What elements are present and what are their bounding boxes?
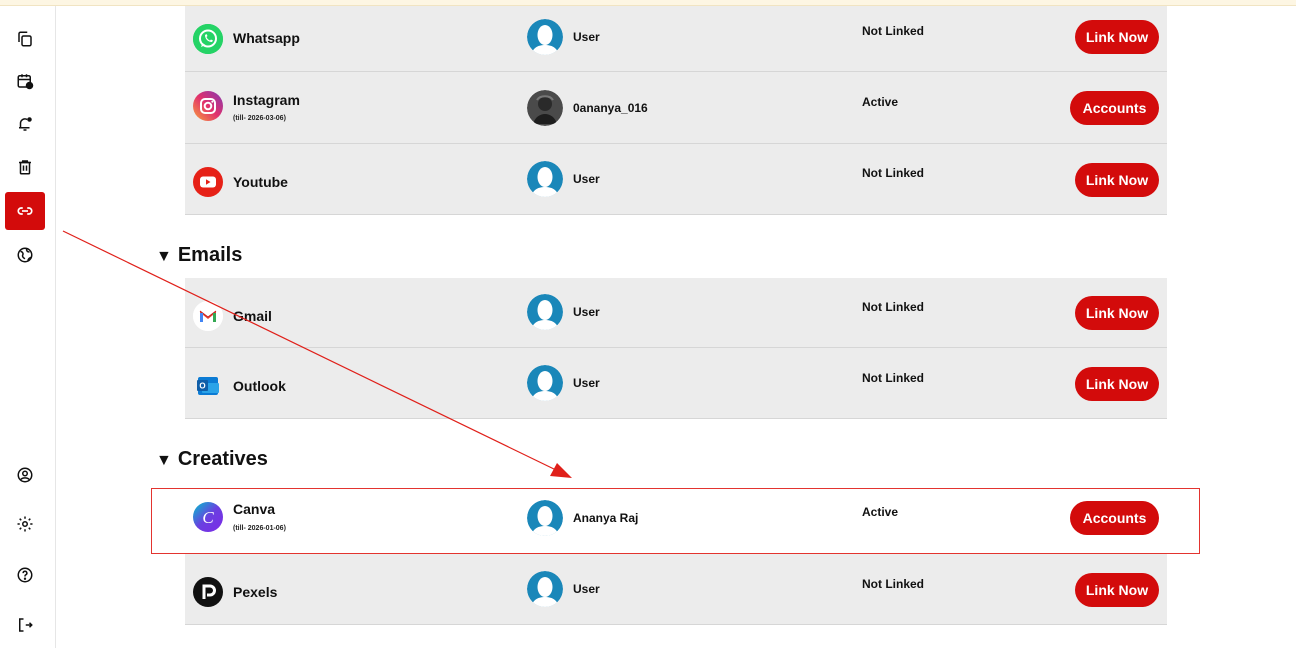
- help-icon[interactable]: [5, 556, 45, 594]
- platform-name: Pexels: [233, 584, 278, 600]
- gear-icon[interactable]: [5, 505, 45, 543]
- link-now-button[interactable]: Link Now: [1075, 573, 1159, 607]
- link-now-button[interactable]: Link Now: [1075, 367, 1159, 401]
- account-username: Ananya Raj: [573, 511, 639, 525]
- linked-accounts-panel: Whatsapp User Not Linked Link Now Instag…: [56, 6, 1296, 648]
- collapse-triangle-icon: ▼: [156, 452, 172, 469]
- pexels-icon: [193, 577, 223, 607]
- account-username: User: [573, 172, 600, 186]
- section-title: Emails: [177, 244, 243, 266]
- subscription-expiry: (till- 2026-01-06): [233, 525, 286, 532]
- status-text: Not Linked: [862, 166, 924, 180]
- accounts-button[interactable]: Accounts: [1070, 91, 1159, 125]
- avatar: [527, 19, 563, 55]
- collapse-triangle-icon: ▼: [156, 248, 172, 265]
- account-username: User: [573, 582, 600, 596]
- link-now-button[interactable]: Link Now: [1075, 163, 1159, 197]
- avatar: [527, 571, 563, 607]
- calendar-clock-icon[interactable]: [5, 62, 45, 100]
- platform-name: Canva: [233, 501, 276, 517]
- svg-text:C: C: [202, 508, 214, 527]
- status-text: Not Linked: [862, 24, 924, 38]
- subscription-expiry: (till- 2026-03-06): [233, 115, 286, 122]
- canva-icon: C: [193, 502, 223, 532]
- account-row-whatsapp: Whatsapp User Not Linked Link Now: [185, 6, 1167, 72]
- status-text: Active: [862, 95, 899, 109]
- platform-name: Gmail: [233, 308, 272, 324]
- platform-name: Youtube: [233, 174, 288, 190]
- section-header-emails[interactable]: ▼ Emails: [156, 244, 242, 267]
- bell-icon[interactable]: [5, 105, 45, 143]
- account-username: User: [573, 305, 600, 319]
- status-text: Not Linked: [862, 577, 924, 591]
- account-username: 0ananya_016: [573, 101, 648, 115]
- avatar: [527, 90, 563, 126]
- avatar: [527, 294, 563, 330]
- youtube-icon: [193, 167, 223, 197]
- account-row-gmail: Gmail User Not Linked Link Now: [185, 278, 1167, 348]
- account-row-youtube: Youtube User Not Linked Link Now: [185, 144, 1167, 215]
- account-row-pexels: Pexels User Not Linked Link Now: [185, 554, 1167, 625]
- link-icon[interactable]: [5, 192, 45, 230]
- account-row-instagram: Instagram (till- 2026-03-06) 0ananya_016…: [185, 72, 1167, 144]
- account-username: User: [573, 30, 600, 44]
- section-title: Creatives: [177, 448, 268, 470]
- gmail-icon: [193, 301, 223, 331]
- link-now-button[interactable]: Link Now: [1075, 20, 1159, 54]
- user-circle-icon[interactable]: [5, 456, 45, 494]
- account-row-canva: C Canva (till- 2026-01-06) Ananya Raj Ac…: [185, 488, 1167, 554]
- avatar: [527, 500, 563, 536]
- trash-icon[interactable]: [5, 148, 45, 186]
- platform-name: Outlook: [233, 378, 286, 394]
- platform-name: Whatsapp: [233, 30, 300, 46]
- instagram-icon: [193, 91, 223, 121]
- status-text: Not Linked: [862, 300, 924, 314]
- status-text: Active: [862, 505, 899, 519]
- section-header-creatives[interactable]: ▼ Creatives: [156, 448, 268, 471]
- logout-icon[interactable]: [5, 606, 45, 644]
- avatar: [527, 365, 563, 401]
- link-now-button[interactable]: Link Now: [1075, 296, 1159, 330]
- globe-icon[interactable]: [5, 236, 45, 274]
- svg-text:O: O: [199, 382, 205, 391]
- sidebar: [0, 6, 56, 648]
- account-row-outlook: O Outlook User Not Linked Link Now: [185, 348, 1167, 419]
- status-text: Not Linked: [862, 371, 924, 385]
- copy-icon[interactable]: [5, 20, 45, 58]
- outlook-icon: O: [193, 371, 223, 401]
- whatsapp-icon: [193, 24, 223, 54]
- platform-name: Instagram: [233, 92, 300, 108]
- accounts-button[interactable]: Accounts: [1070, 501, 1159, 535]
- avatar: [527, 161, 563, 197]
- account-username: User: [573, 376, 600, 390]
